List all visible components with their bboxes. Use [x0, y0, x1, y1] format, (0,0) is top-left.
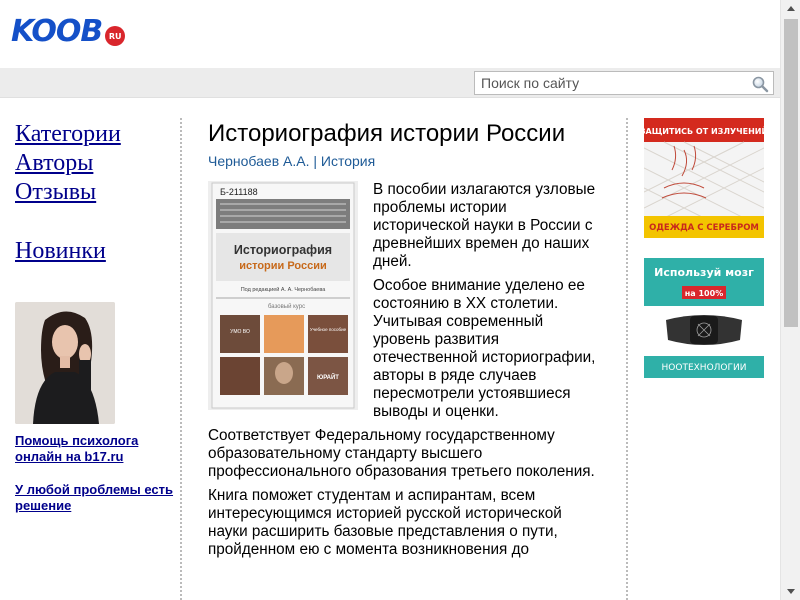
cover-title-line1: Историография — [234, 243, 332, 257]
search-input[interactable] — [475, 73, 745, 93]
logo-text: KOOB — [11, 14, 103, 49]
meta-separator: | — [313, 153, 318, 169]
ad1-top-text: ЗАЩИТИСЬ ОТ ИЗЛУЧЕНИЙ — [644, 125, 764, 136]
promo-link-psychologist[interactable]: Помощь психолога онлайн на b17.ru — [15, 433, 175, 465]
main-content: Историография истории России Чернобаев А… — [208, 120, 600, 565]
cover-publisher: ЮРАЙТ — [317, 373, 339, 381]
left-divider — [180, 118, 182, 600]
cover-title-line2: истории России — [239, 260, 327, 272]
promo-photo[interactable] — [15, 302, 115, 424]
ad1-bottom-text: ОДЕЖДА С СЕРЕБРОМ — [649, 223, 759, 233]
category-link[interactable]: История — [321, 153, 375, 169]
right-divider — [626, 118, 628, 600]
search-bar — [0, 68, 780, 98]
promo-link-solution[interactable]: У любой проблемы есть решение — [15, 482, 175, 514]
nav-link-categories[interactable]: Категории — [15, 120, 175, 149]
author-link[interactable]: Чернобаев А.А. — [208, 153, 309, 169]
nav-link-reviews[interactable]: Отзывы — [15, 178, 175, 207]
book-description: Б-211188 Историография истории России По… — [208, 181, 600, 559]
ad2-badge-text: на 100% — [685, 289, 723, 298]
description-paragraph: Соответствует Федеральному государственн… — [208, 427, 595, 480]
search-box — [474, 71, 774, 95]
cover-series: базовый курс — [268, 303, 305, 310]
logo-badge: RU — [105, 26, 126, 46]
cover-code: Б-211188 — [220, 187, 258, 197]
site-header: KOOB RU — [0, 0, 780, 68]
scroll-thumb[interactable] — [784, 19, 798, 327]
scroll-down-arrow-icon[interactable] — [781, 583, 800, 600]
nav-link-new-books[interactable]: Новинки — [15, 237, 175, 266]
left-sidebar: Категории Авторы Отзывы Новинки Помощь п… — [15, 120, 175, 513]
site-logo[interactable]: KOOB RU — [11, 14, 126, 49]
ad2-top-text: Используй мозг — [654, 266, 754, 279]
ad2-bottom-text: НООТЕХНОЛОГИИ — [662, 363, 747, 373]
ad-banner-radiation[interactable]: ЗАЩИТИСЬ ОТ ИЗЛУЧЕНИЙ ОДЕЖДА С СЕРЕБРОМ — [644, 118, 764, 238]
cover-badge2: Учебное пособие — [310, 327, 347, 332]
page-title: Историография истории России — [208, 120, 566, 147]
cover-badge1: УМО ВО — [230, 329, 250, 335]
vertical-scrollbar[interactable] — [780, 0, 800, 600]
magnifier-icon[interactable] — [751, 75, 769, 93]
cover-editor: Под редакцией А. А. Чернобаева — [241, 286, 327, 293]
ad-banner-nootech[interactable]: Используй мозг на 100% НООТЕХНОЛОГИИ — [644, 258, 764, 378]
scroll-up-arrow-icon[interactable] — [781, 0, 800, 17]
nav-link-authors[interactable]: Авторы — [15, 149, 175, 178]
description-paragraph: Книга поможет студентам и аспирантам, вс… — [208, 487, 562, 558]
book-meta: Чернобаев А.А. | История — [208, 151, 600, 171]
book-cover[interactable]: Б-211188 Историография истории России По… — [208, 181, 358, 410]
